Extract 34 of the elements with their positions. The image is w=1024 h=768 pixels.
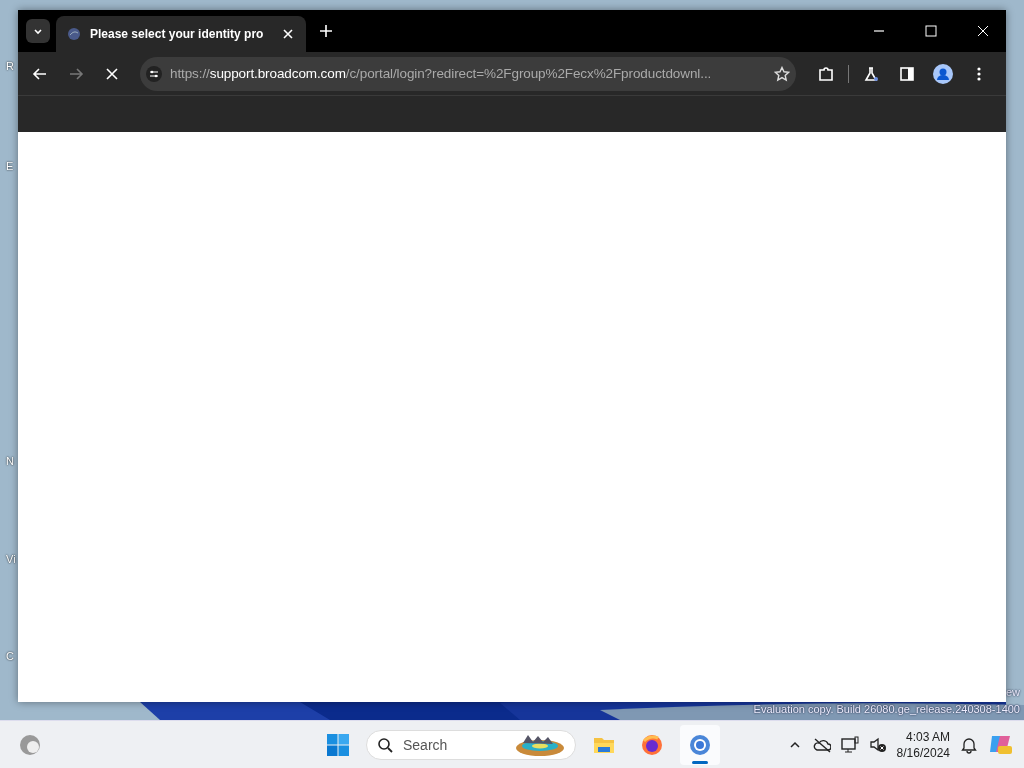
cloud-off-icon[interactable] [812,736,831,754]
address-bar[interactable]: https://support.broadcom.com/c/portal/login?redirect=%2Fgroup%2Fecx%2Fproductdownl... [140,56,796,91]
forward-arrow-icon [68,65,84,82]
clock[interactable]: 4:03 AM 8/16/2024 [896,729,950,761]
avatar-icon [933,63,953,84]
time-text: 4:03 AM [905,729,950,745]
taskbar-search-field[interactable]: Search [366,730,576,760]
tab-search-button[interactable] [26,19,50,43]
speaker-muted-icon[interactable] [868,736,887,754]
site-settings-icon[interactable] [146,65,162,82]
side-panel-icon [899,65,915,82]
menu-icon [977,66,981,81]
minimize-icon [874,30,884,32]
browser-tab[interactable]: Please select your identity pro [56,16,306,52]
windows-logo-icon [326,733,350,757]
weather-icon [18,733,42,757]
puzzle-icon [818,65,834,82]
star-icon[interactable] [774,65,790,82]
search-icon [377,737,393,753]
watermark-text: Evaluation copy. Build 26080.ge_release.240308-1400 [753,703,1020,715]
taskbar-app-button[interactable] [680,725,720,765]
flask-icon [863,65,879,82]
globe-icon [66,26,82,42]
date-text: 8/16/2024 [896,745,950,761]
maximize-icon [923,23,939,39]
firefox-icon [640,733,664,757]
plus-icon [318,23,334,39]
network-icon[interactable] [840,736,859,754]
back-arrow-icon [32,65,48,82]
watermark-text: ew [1005,686,1020,698]
close-icon [104,65,120,82]
chrome-icon [688,733,712,757]
bell-icon[interactable] [960,736,978,754]
close-icon [975,23,991,39]
